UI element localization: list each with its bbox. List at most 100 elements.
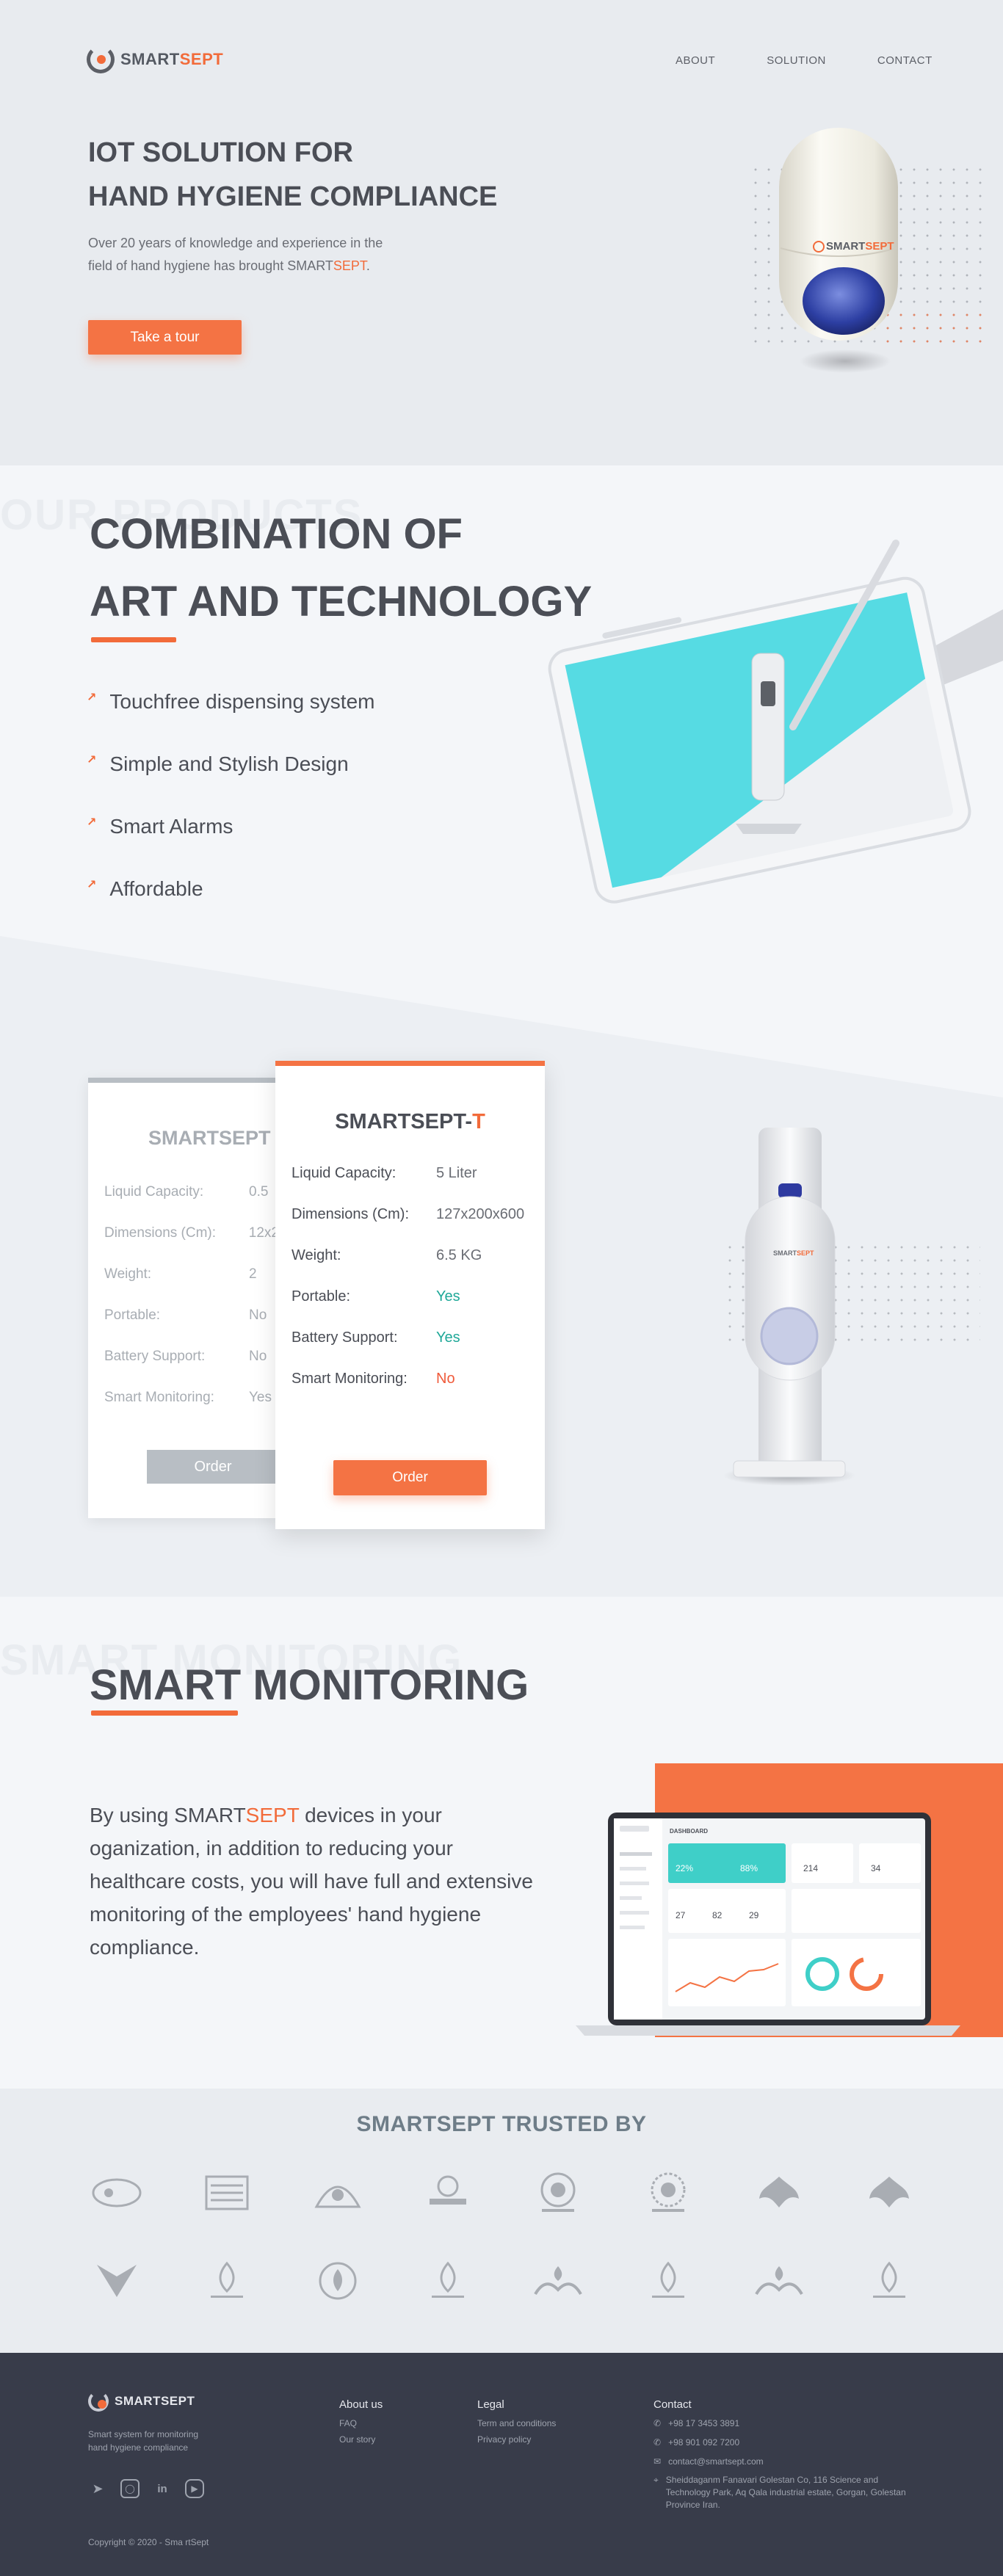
spec-row: Portable: Yes xyxy=(292,1288,460,1305)
partner-logo xyxy=(309,2259,366,2303)
partner-logo xyxy=(309,2171,366,2215)
product-card-smartsept-t: SMARTSEPT-T Liquid Capacity: 5 Liter Dime… xyxy=(275,1061,545,1529)
phone-icon: ✆ xyxy=(653,2437,662,2448)
spec-row: Liquid Capacity: 5 Liter xyxy=(292,1165,477,1181)
partner-logo xyxy=(861,2171,918,2215)
partner-logo xyxy=(861,2259,918,2303)
hero-section: SMARTSEPT ABOUT SOLUTION CONTACT IOT SOL… xyxy=(0,0,1003,465)
card-title: SMARTSEPT xyxy=(148,1127,271,1149)
svg-text:88%: 88% xyxy=(740,1863,758,1873)
feature-item: ↗ Affordable xyxy=(87,877,203,900)
footer-logo[interactable]: SMARTSEPT xyxy=(88,2391,195,2412)
linkedin-icon[interactable]: in xyxy=(153,2479,172,2498)
monitoring-description: By using SMARTSEPT devices in your ogani… xyxy=(90,1804,533,1959)
footer-link-our-story[interactable]: Our story xyxy=(339,2430,383,2449)
svg-text:214: 214 xyxy=(803,1863,818,1873)
partner-logo xyxy=(88,2259,145,2303)
telegram-icon[interactable]: ➤ xyxy=(88,2479,107,2498)
footer-email[interactable]: contact@smartsept.com xyxy=(668,2452,764,2471)
partner-logos-row-1 xyxy=(88,2171,918,2215)
partner-logo xyxy=(640,2171,697,2215)
spec-row: Weight: 6.5 KG xyxy=(292,1247,482,1263)
hero-title: IOT SOLUTION FOR HAND HYGIENE COMPLIANCE xyxy=(88,137,498,212)
spec-row: Dimensions (Cm): 127x200x600 xyxy=(292,1206,525,1222)
hero-description: Over 20 years of knowledge and experienc… xyxy=(88,236,383,273)
svg-text:34: 34 xyxy=(871,1863,881,1873)
phone-icon: ✆ xyxy=(653,2418,662,2428)
card-title: SMARTSEPT-T xyxy=(335,1110,485,1133)
instagram-icon[interactable]: ◯ xyxy=(120,2479,140,2498)
social-links: ➤ ◯ in ▶ xyxy=(88,2479,204,2498)
arrow-up-right-icon: ↗ xyxy=(87,816,97,829)
laptop-dashboard-image: DASHBOARD 22% 88% 214 34 27 82 29 xyxy=(573,1808,963,2043)
partner-logo xyxy=(198,2171,256,2215)
feature-item: ↗ Simple and Stylish Design xyxy=(87,752,349,775)
partner-logo xyxy=(750,2171,808,2215)
partner-logo xyxy=(529,2259,587,2303)
copyright: Copyright © 2020 - Sma rtSept xyxy=(88,2537,209,2547)
spec-row: Battery Support: No xyxy=(104,1349,267,1364)
feature-item: ↗ Smart Alarms xyxy=(87,815,233,838)
feature-list: ↗ Touchfree dispensing system ↗ Simple and… xyxy=(87,690,374,940)
location-icon: ⌖ xyxy=(653,2475,659,2485)
partner-logo xyxy=(529,2171,587,2215)
mail-icon: ✉ xyxy=(653,2456,662,2467)
footer-about: About us FAQ Our story xyxy=(339,2398,383,2449)
order-button-smartsept[interactable]: Order xyxy=(147,1450,279,1484)
title-underline xyxy=(91,1710,238,1716)
svg-text:SMARTSEPT: SMARTSEPT xyxy=(826,240,894,253)
logo-icon xyxy=(88,2391,109,2412)
partner-logos-row-2 xyxy=(88,2259,918,2303)
arrow-up-right-icon: ↗ xyxy=(87,879,97,891)
spec-row: Portable: No xyxy=(104,1307,267,1323)
svg-text:27: 27 xyxy=(676,1910,686,1920)
title-underline xyxy=(91,637,176,642)
brand-name-a: SMART xyxy=(120,50,180,68)
brand-logo[interactable]: SMARTSEPT xyxy=(87,46,223,73)
partner-logo xyxy=(198,2259,256,2303)
footer-phone-2[interactable]: +98 901 092 7200 xyxy=(668,2433,739,2452)
standing-dispenser-image: SMARTSEPT xyxy=(701,1123,877,1490)
feature-item: ↗ Touchfree dispensing system xyxy=(87,690,375,713)
partner-logo xyxy=(750,2259,808,2303)
main-nav: ABOUT SOLUTION CONTACT xyxy=(676,54,933,67)
svg-text:82: 82 xyxy=(712,1910,723,1920)
products-title: COMBINATION OF ART AND TECHNOLOGY xyxy=(90,510,593,625)
svg-text:DASHBOARD: DASHBOARD xyxy=(670,1828,708,1835)
youtube-icon[interactable]: ▶ xyxy=(185,2479,204,2498)
footer-contact: Contact ✆ +98 17 3453 3891 ✆ +98 901 092 7… xyxy=(653,2398,918,2511)
spec-row: Smart Monitoring: Yes xyxy=(104,1390,272,1405)
arrow-up-right-icon: ↗ xyxy=(87,692,97,704)
arrow-up-right-icon: ↗ xyxy=(87,754,97,766)
product-card-smartsept: SMARTSEPT Liquid Capacity: 0.5 Dimensions… xyxy=(88,1078,279,1518)
spec-row: Weight: 2 xyxy=(104,1266,257,1282)
nav-about[interactable]: ABOUT xyxy=(676,54,715,67)
footer-legal: Legal Term and conditions Privacy policy xyxy=(477,2398,556,2449)
capsule-device-image: SMARTSEPT xyxy=(775,125,902,374)
monitoring-title: SMART MONITORING xyxy=(90,1661,529,1709)
svg-text:SMARTSEPT: SMARTSEPT xyxy=(773,1249,814,1257)
svg-text:22%: 22% xyxy=(676,1863,693,1873)
footer-phone-1[interactable]: +98 17 3453 3891 xyxy=(668,2414,739,2433)
footer-tagline: Smart system for monitoring hand hygiene… xyxy=(88,2429,199,2453)
partner-logo xyxy=(640,2259,697,2303)
partner-logo xyxy=(419,2171,477,2215)
spec-row: Smart Monitoring: No xyxy=(292,1371,455,1387)
nav-solution[interactable]: SOLUTION xyxy=(767,54,826,67)
tablet-illustration xyxy=(543,536,1003,918)
partner-logo xyxy=(88,2171,145,2215)
take-tour-button[interactable]: Take a tour xyxy=(88,320,242,355)
order-button-smartsept-t[interactable]: Order xyxy=(333,1460,487,1495)
spec-row: Battery Support: Yes xyxy=(292,1329,460,1346)
nav-contact[interactable]: CONTACT xyxy=(877,54,933,67)
logo-icon xyxy=(87,46,115,73)
trusted-title: SMARTSEPT TRUSTED BY xyxy=(356,2112,647,2136)
brand-name-b: SEPT xyxy=(179,50,224,68)
footer: SMARTSEPT Smart system for monitoring ha… xyxy=(0,2353,1003,2576)
trusted-section: SMARTSEPT TRUSTED BY xyxy=(0,2089,1003,2353)
spec-row: Dimensions (Cm): 12x2 xyxy=(104,1225,279,1241)
spec-row: Liquid Capacity: 0.5 xyxy=(104,1184,269,1200)
footer-address: Sheiddaganm Fanavari Golestan Co, 116 Sc… xyxy=(665,2475,906,2510)
partner-logo xyxy=(419,2259,477,2303)
svg-text:29: 29 xyxy=(749,1910,759,1920)
